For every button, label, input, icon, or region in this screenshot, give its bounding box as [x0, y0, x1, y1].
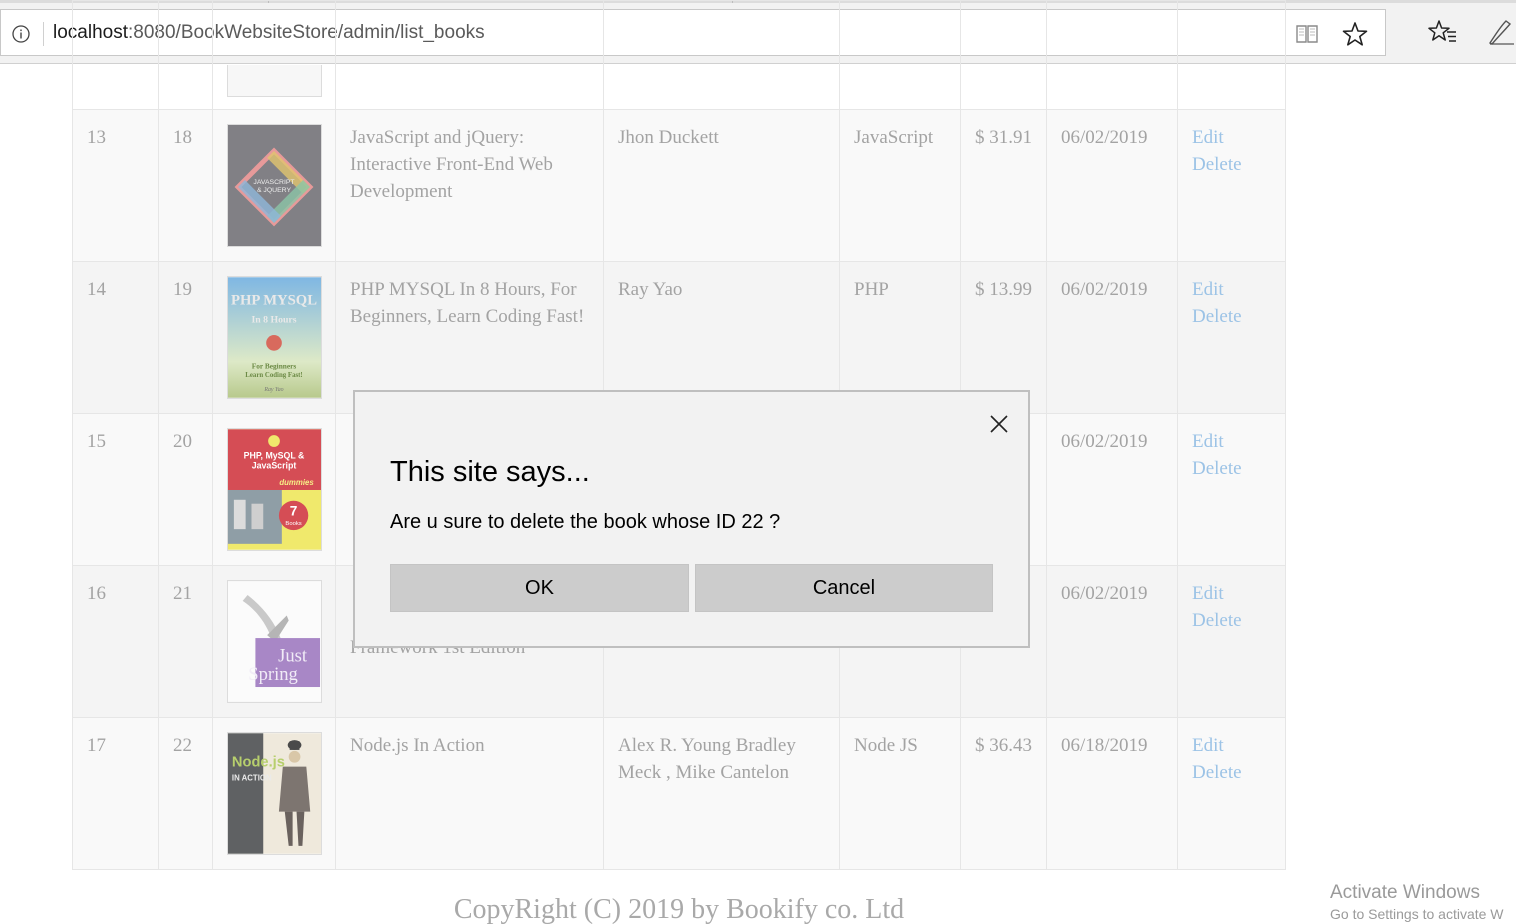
- book-author: Alex R. Young Bradley Meck , Mike Cantel…: [603, 718, 839, 869]
- cover-cell: PHP MYSQL In 8 Hours For Beginners Learn…: [212, 262, 335, 413]
- row-index: 17: [72, 718, 158, 869]
- svg-text:IN ACTION: IN ACTION: [232, 773, 272, 782]
- dialog-title: This site says...: [390, 456, 590, 488]
- actions-cell: Edit Delete: [1177, 262, 1286, 413]
- watermark-subtitle: Go to Settings to activate W: [1330, 906, 1504, 922]
- actions-cell: Edit Delete: [1177, 718, 1286, 869]
- edit-link[interactable]: Edit: [1192, 580, 1271, 607]
- svg-text:In 8 Hours: In 8 Hours: [251, 314, 296, 325]
- dialog-message: Are u sure to delete the book whose ID 2…: [390, 511, 781, 533]
- cell: [158, 1, 212, 110]
- book-cover-image: Node.js IN ACTION: [227, 732, 322, 855]
- edit-link[interactable]: Edit: [1192, 428, 1271, 455]
- row-index: 13: [72, 110, 158, 261]
- edit-link[interactable]: Edit: [1192, 276, 1271, 303]
- ok-button[interactable]: OK: [390, 564, 689, 612]
- cover-cell: Just Spring: [212, 566, 335, 717]
- book-date: 06/02/2019: [1046, 414, 1177, 565]
- actions-cell: Edit Delete: [1177, 110, 1286, 261]
- book-cover-image: JAVASCRIPT & JQUERY: [227, 124, 322, 247]
- book-id: 22: [158, 718, 212, 869]
- book-cover-image: PHP, MySQL & JavaScript dummies 7 Books: [227, 428, 322, 551]
- cell: [212, 1, 335, 110]
- book-id: 21: [158, 566, 212, 717]
- reading-view-icon[interactable]: [1293, 20, 1321, 48]
- info-icon[interactable]: [11, 24, 31, 44]
- svg-text:JavaScript: JavaScript: [252, 460, 297, 470]
- svg-text:Spring: Spring: [248, 664, 298, 685]
- cell: [335, 1, 603, 110]
- book-date: 06/02/2019: [1046, 566, 1177, 717]
- svg-text:Books: Books: [285, 521, 301, 527]
- book-title: JavaScript and jQuery: Interactive Front…: [335, 110, 603, 261]
- svg-text:For Beginners: For Beginners: [252, 361, 297, 370]
- table-row: 17 22 Node.js IN ACTION Node.js In Actio…: [72, 717, 1286, 869]
- svg-text:Node.js: Node.js: [232, 755, 285, 771]
- book-category: JavaScript: [839, 110, 960, 261]
- actions-cell: Edit Delete: [1177, 566, 1286, 717]
- close-icon[interactable]: [987, 412, 1011, 436]
- favorites-list-icon[interactable]: [1428, 17, 1458, 47]
- book-cover-image: PHP MYSQL In 8 Hours For Beginners Learn…: [227, 276, 322, 399]
- favorite-star-icon[interactable]: [1341, 20, 1369, 48]
- cancel-button[interactable]: Cancel: [695, 564, 993, 612]
- table-row: 13 18 JAVASCRIPT & JQUERY JavaScript and…: [72, 109, 1286, 261]
- book-cover-partial-image: [227, 65, 322, 97]
- book-cover-image: Just Spring: [227, 580, 322, 703]
- address-separator: [43, 22, 44, 46]
- cover-cell: Node.js IN ACTION: [212, 718, 335, 869]
- book-date: 06/02/2019: [1046, 262, 1177, 413]
- book-date: 06/18/2019: [1046, 718, 1177, 869]
- svg-text:& JQUERY: & JQUERY: [257, 187, 292, 194]
- delete-link[interactable]: Delete: [1192, 303, 1271, 330]
- row-index: 16: [72, 566, 158, 717]
- svg-text:Learn Coding Fast!: Learn Coding Fast!: [245, 372, 302, 379]
- confirm-dialog: This site says... Are u sure to delete t…: [353, 390, 1030, 648]
- book-category: Node JS: [839, 718, 960, 869]
- table-bottom-border: [72, 869, 1286, 870]
- table-row-partial: [72, 0, 1286, 110]
- cell: [960, 1, 1046, 110]
- cell: [1177, 1, 1286, 110]
- book-author: Jhon Duckett: [603, 110, 839, 261]
- svg-text:7: 7: [290, 503, 298, 518]
- actions-cell: Edit Delete: [1177, 414, 1286, 565]
- delete-link[interactable]: Delete: [1192, 759, 1271, 786]
- svg-text:PHP MYSQL: PHP MYSQL: [231, 293, 317, 309]
- edit-link[interactable]: Edit: [1192, 124, 1271, 151]
- svg-text:Ray Yao: Ray Yao: [263, 387, 283, 393]
- book-title: Node.js In Action: [335, 718, 603, 869]
- book-date: 06/02/2019: [1046, 110, 1177, 261]
- row-index: 14: [72, 262, 158, 413]
- book-id: 18: [158, 110, 212, 261]
- delete-link[interactable]: Delete: [1192, 455, 1271, 482]
- cell: [72, 1, 158, 110]
- book-price: $ 36.43: [960, 718, 1046, 869]
- cover-cell: JAVASCRIPT & JQUERY: [212, 110, 335, 261]
- edit-link[interactable]: Edit: [1192, 732, 1271, 759]
- windows-activation-watermark: Activate Windows Go to Settings to activ…: [1330, 882, 1504, 922]
- book-id: 19: [158, 262, 212, 413]
- pen-notes-icon[interactable]: [1486, 17, 1516, 47]
- row-index: 15: [72, 414, 158, 565]
- cell: [1046, 1, 1177, 110]
- book-id: 20: [158, 414, 212, 565]
- watermark-title: Activate Windows: [1330, 882, 1480, 903]
- svg-text:PHP, MySQL &: PHP, MySQL &: [244, 451, 305, 461]
- cover-cell: PHP, MySQL & JavaScript dummies 7 Books: [212, 414, 335, 565]
- book-price: $ 31.91: [960, 110, 1046, 261]
- cell: [839, 1, 960, 110]
- delete-link[interactable]: Delete: [1192, 151, 1271, 178]
- svg-text:dummies: dummies: [279, 478, 314, 487]
- delete-link[interactable]: Delete: [1192, 607, 1271, 634]
- footer-copyright: CopyRight (C) 2019 by Bookify co. Ltd: [453, 894, 905, 924]
- svg-text:JAVASCRIPT: JAVASCRIPT: [253, 179, 295, 186]
- cell: [603, 1, 839, 110]
